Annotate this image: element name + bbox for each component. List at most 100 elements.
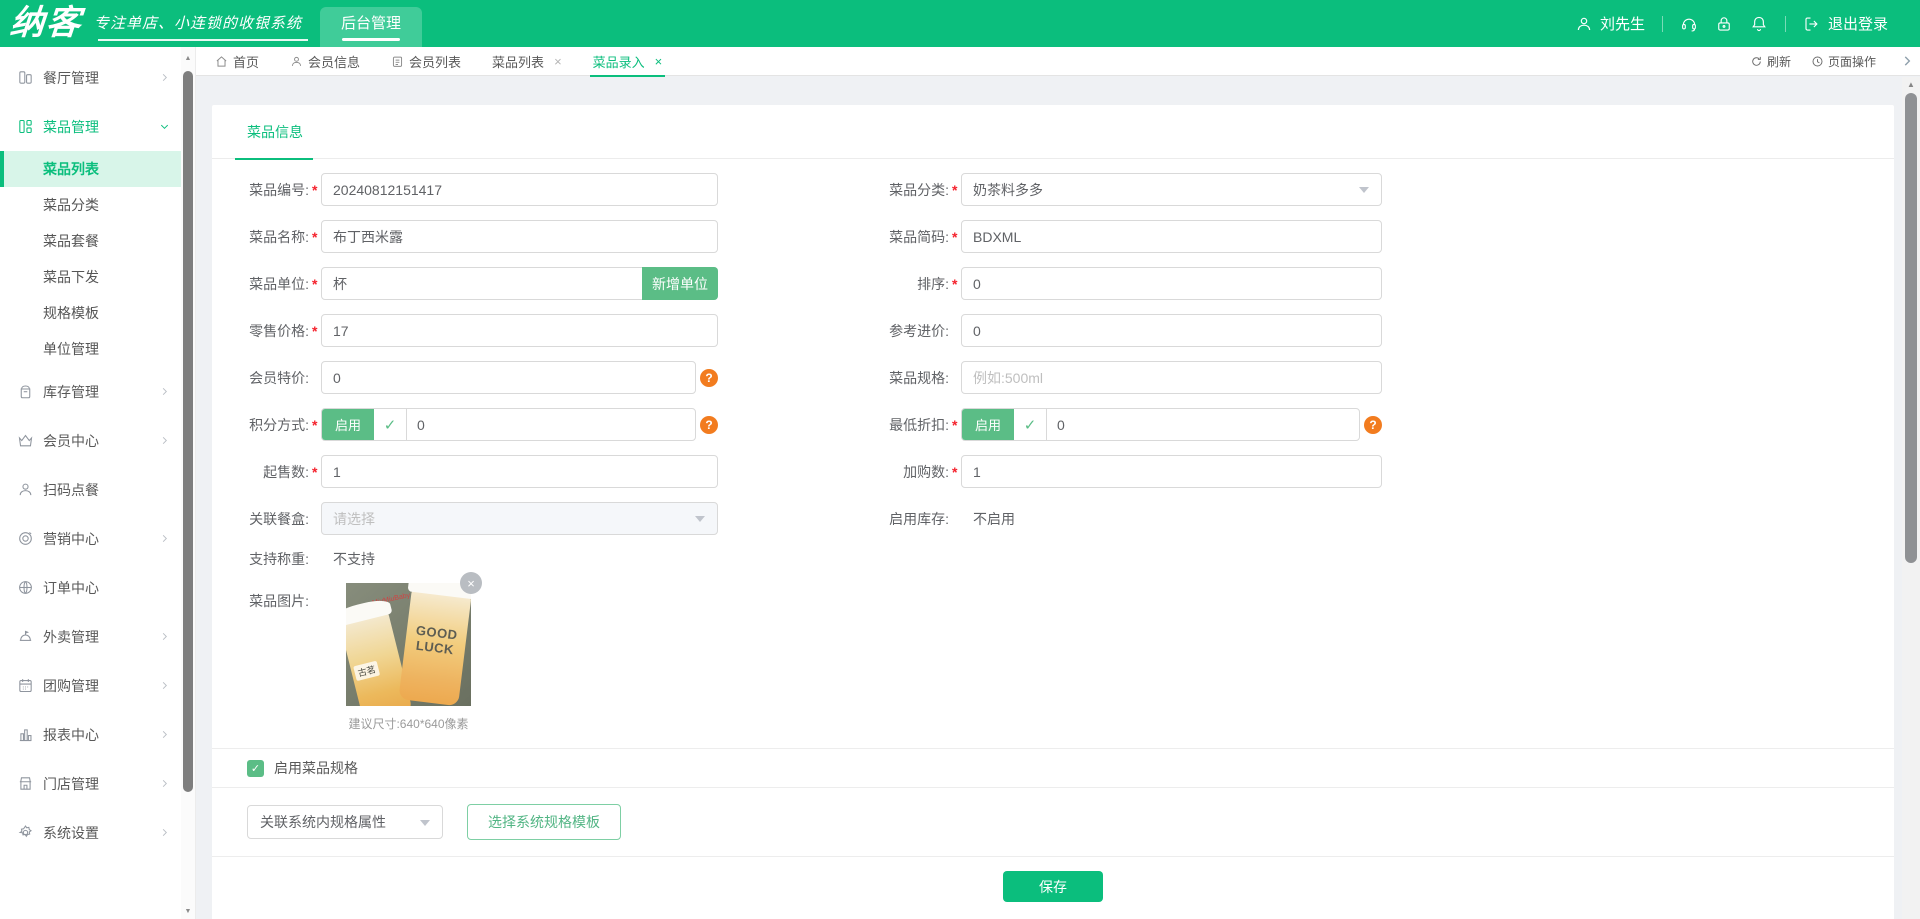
subitem-label: 菜品下发	[43, 267, 99, 287]
points-mode-label: 积分方式:	[212, 415, 309, 435]
dish-image-box: MiuMiuBaby 古茗 GOOD	[346, 583, 471, 732]
scroll-up-arrow[interactable]: ▲	[181, 55, 195, 62]
enable-spec-checkbox[interactable]: ✓	[247, 760, 264, 777]
cup-text: GOOD LUCK	[404, 622, 467, 659]
page-scrollbar-thumb[interactable]	[1905, 93, 1917, 563]
subitem-label: 菜品套餐	[43, 231, 99, 251]
logout-icon	[1803, 15, 1821, 33]
meal-box-select[interactable]: 请选择	[321, 502, 718, 535]
header-right-cluster: 刘先生 退出登录	[1575, 13, 1920, 34]
user-icon	[1575, 15, 1593, 33]
sidebar-scrollbar[interactable]: ▲ ▼	[181, 47, 195, 919]
chevron-right-icon	[159, 435, 170, 446]
points-value[interactable]: 0	[407, 409, 695, 440]
sidebar-item-label: 团购管理	[43, 676, 99, 696]
sidebar-subitem-dish-dispatch[interactable]: 菜品下发	[0, 259, 182, 295]
support-headset-icon[interactable]	[1680, 15, 1698, 33]
tab-dish-entry[interactable]: 菜品录入 ×	[593, 47, 663, 76]
points-check-icon[interactable]: ✓	[374, 409, 407, 440]
help-icon[interactable]: ?	[1364, 416, 1382, 434]
sort-input[interactable]	[961, 267, 1382, 300]
discount-check-icon[interactable]: ✓	[1014, 409, 1047, 440]
sidebar-item-takeout[interactable]: 外卖管理	[0, 612, 182, 661]
sidebar-item-settings[interactable]: 系统设置	[0, 808, 182, 857]
lock-icon[interactable]	[1715, 15, 1733, 33]
sidebar-item-dish-mgmt[interactable]: 菜品管理	[0, 102, 182, 151]
sidebar-item-reports[interactable]: 报表中心	[0, 710, 182, 759]
help-icon[interactable]: ?	[700, 416, 718, 434]
dish-code-input[interactable]	[961, 220, 1382, 253]
add-qty-input[interactable]	[961, 455, 1382, 488]
dish-spec-input[interactable]	[961, 361, 1382, 394]
tab-close-icon[interactable]: ×	[554, 55, 562, 68]
tab-dish-info[interactable]: 菜品信息	[247, 105, 303, 159]
sidebar-subitem-spec-template[interactable]: 规格模板	[0, 295, 182, 331]
scroll-up-arrow[interactable]: ▲	[1902, 80, 1920, 89]
page-scrollbar[interactable]: ▲	[1902, 77, 1920, 919]
sidebar-subitem-dish-list[interactable]: 菜品列表	[0, 151, 182, 187]
add-unit-button[interactable]: 新增单位	[642, 267, 718, 300]
expand-chevron-icon[interactable]	[1900, 54, 1914, 68]
sidebar-item-marketing[interactable]: 营销中心	[0, 514, 182, 563]
sidebar-item-scan-order[interactable]: 扫码点餐	[0, 465, 182, 514]
dish-category-select[interactable]: 奶茶料多多	[961, 173, 1382, 206]
tab-dish-list[interactable]: 菜品列表 ×	[492, 47, 562, 76]
sidebar-item-label: 系统设置	[43, 823, 99, 843]
sidebar-subitem-dish-combo[interactable]: 菜品套餐	[0, 223, 182, 259]
retail-price-label: 零售价格:	[212, 321, 309, 341]
sidebar-item-order-center[interactable]: 订单中心	[0, 563, 182, 612]
tab-member-list[interactable]: 会员列表	[391, 47, 461, 76]
tab-member-info[interactable]: 会员信息	[290, 47, 360, 76]
sidebar-item-groupbuy[interactable]: 团购管理	[0, 661, 182, 710]
sidebar-item-inventory[interactable]: 库存管理	[0, 367, 182, 416]
content-area: 菜品信息 菜品编号: * 菜品分类: *	[196, 77, 1902, 919]
tab-close-icon[interactable]: ×	[655, 55, 663, 68]
page-operations-button[interactable]: 页面操作	[1811, 53, 1876, 70]
user-menu[interactable]: 刘先生	[1575, 13, 1645, 34]
choose-spec-template-button[interactable]: 选择系统规格模板	[467, 804, 621, 840]
backend-admin-tab[interactable]: 后台管理	[320, 7, 422, 47]
member-price-input[interactable]	[321, 361, 696, 394]
tab-label: 会员列表	[409, 52, 461, 71]
dish-photo: MiuMiuBaby 古茗 GOOD	[346, 583, 471, 706]
retail-price-input[interactable]	[321, 314, 718, 347]
marketing-target-icon	[17, 530, 34, 547]
points-enable-button[interactable]: 启用	[322, 409, 374, 440]
remove-image-button[interactable]: ×	[460, 572, 482, 594]
sidebar-scrollbar-thumb[interactable]	[183, 71, 193, 792]
required-marker: *	[309, 464, 321, 480]
meal-box-placeholder: 请选择	[333, 509, 375, 529]
scroll-down-arrow[interactable]: ▼	[181, 908, 195, 915]
tab-label: 菜品列表	[492, 52, 544, 71]
header-divider	[1662, 16, 1663, 32]
tab-home[interactable]: 首页	[215, 47, 259, 76]
sidebar-subitem-dish-category[interactable]: 菜品分类	[0, 187, 182, 223]
discount-value[interactable]: 0	[1047, 409, 1359, 440]
chevron-right-icon	[159, 386, 170, 397]
cup-brand-label: 古茗	[353, 661, 380, 681]
subitem-label: 菜品分类	[43, 195, 99, 215]
dish-image-thumbnail[interactable]: MiuMiuBaby 古茗 GOOD	[346, 583, 471, 706]
sidebar-item-restaurant-mgmt[interactable]: 餐厅管理	[0, 53, 182, 102]
ref-price-input[interactable]	[961, 314, 1382, 347]
sidebar-nav: 餐厅管理 菜品管理 菜品列表 菜品分类 菜品套餐 菜品下发 规格模板 单位管理 …	[0, 47, 196, 919]
logout-button[interactable]: 退出登录	[1803, 13, 1888, 34]
meal-box-label: 关联餐盒:	[212, 509, 309, 529]
dish-no-input[interactable]	[321, 173, 718, 206]
save-button[interactable]: 保存	[1003, 871, 1103, 902]
member-price-label: 会员特价:	[212, 368, 309, 388]
notification-bell-icon[interactable]	[1750, 15, 1768, 33]
sidebar-item-store-mgmt[interactable]: 门店管理	[0, 759, 182, 808]
refresh-label: 刷新	[1767, 53, 1791, 70]
refresh-button[interactable]: 刷新	[1750, 53, 1791, 70]
sidebar-subitem-unit-mgmt[interactable]: 单位管理	[0, 331, 182, 367]
discount-enable-button[interactable]: 启用	[962, 409, 1014, 440]
sidebar-item-member-center[interactable]: 会员中心	[0, 416, 182, 465]
help-icon[interactable]: ?	[700, 369, 718, 387]
chevron-right-icon	[159, 533, 170, 544]
dish-name-input[interactable]	[321, 220, 718, 253]
dish-unit-field: 新增单位	[321, 267, 718, 300]
section-divider	[212, 787, 1894, 788]
spec-attr-select[interactable]: 关联系统内规格属性	[247, 805, 443, 839]
min-sale-input[interactable]	[321, 455, 718, 488]
